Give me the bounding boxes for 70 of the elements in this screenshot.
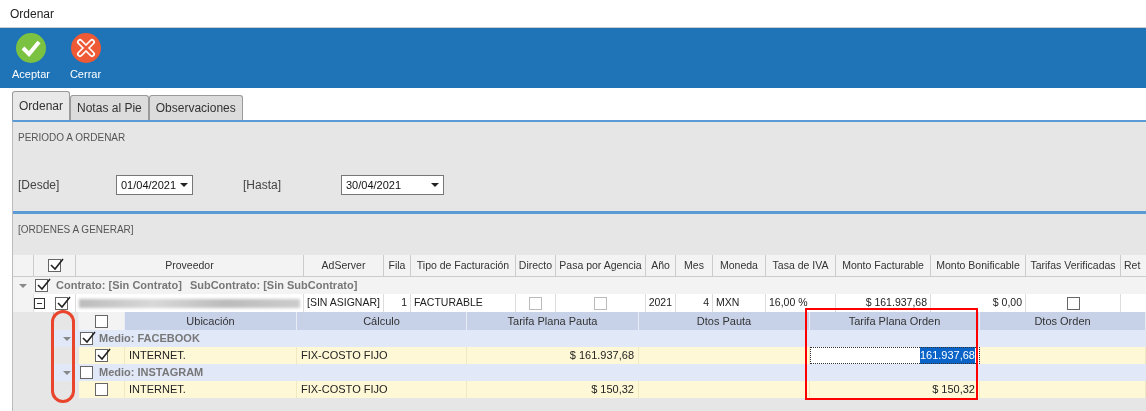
column-header[interactable]: Mes — [676, 255, 713, 277]
table-cell: $ 150,32 — [467, 381, 639, 398]
checkbox[interactable] — [80, 332, 93, 345]
column-header[interactable]: Tasa de IVA — [766, 255, 836, 277]
checkbox[interactable] — [594, 296, 607, 310]
table-cell: $ 0,00 — [931, 294, 1026, 312]
column-header[interactable]: Monto Facturable — [836, 255, 931, 277]
column-header[interactable]: Tarifa Plana Pauta — [467, 312, 639, 330]
table-cell: 2021 — [646, 294, 676, 312]
dropdown-icon — [431, 183, 439, 187]
tab[interactable]: Observaciones — [148, 95, 243, 120]
collapse-icon[interactable] — [34, 297, 45, 309]
expand-arrow-icon[interactable] — [63, 370, 71, 375]
column-header[interactable]: Tipo de Facturación — [411, 255, 516, 277]
column-header[interactable]: Ubicación — [125, 312, 297, 330]
close-icon — [70, 33, 101, 63]
checkbox[interactable] — [529, 296, 542, 310]
table-cell: $ 161.937,68 — [467, 347, 639, 364]
accept-button[interactable]: Aceptar — [12, 33, 50, 88]
close-button[interactable]: Cerrar — [69, 33, 102, 88]
column-header[interactable]: AdServer — [304, 255, 384, 277]
column-header[interactable]: Dtos Pauta — [639, 312, 810, 330]
field-label: [Hasta] — [243, 177, 282, 194]
column-header[interactable]: Pasa por Agencia — [556, 255, 646, 277]
tab[interactable]: Ordenar — [12, 91, 71, 120]
group-label: Medio: INSTAGRAM — [99, 365, 204, 381]
table-cell: FIX-COSTO FIJO — [297, 347, 467, 364]
dropdown-icon — [180, 183, 188, 187]
column-header[interactable]: Moneda — [713, 255, 766, 277]
table-cell: $ 150,32 — [810, 381, 980, 398]
section-title: [ORDENES A GENERAR] — [17, 223, 135, 237]
date-field[interactable]: 30/04/2021 — [341, 175, 444, 195]
tab[interactable]: Notas al Pie — [70, 95, 149, 120]
field-label: [Desde] — [18, 177, 61, 194]
table-cell: 16,00 % — [766, 294, 836, 312]
checkbox[interactable] — [80, 366, 93, 379]
checkbox[interactable] — [95, 383, 108, 396]
column-header[interactable]: Monto Bonificable — [931, 255, 1026, 277]
column-header[interactable]: Dtos Orden — [980, 312, 1146, 330]
check-icon — [15, 33, 46, 63]
checkbox[interactable] — [1066, 296, 1080, 310]
table-cell: 1 — [384, 294, 411, 312]
column-header[interactable]: Directo — [516, 255, 556, 277]
group-label: Medio: FACEBOOK — [99, 331, 200, 347]
expand-arrow-icon[interactable] — [63, 336, 71, 341]
checkbox[interactable] — [95, 314, 108, 328]
column-header[interactable]: Tarifa Plana Orden — [810, 312, 980, 330]
date-field[interactable]: 01/04/2021 — [116, 175, 193, 195]
checkbox[interactable] — [48, 259, 61, 272]
table-cell: FIX-COSTO FIJO — [297, 381, 467, 398]
checkbox[interactable] — [95, 349, 108, 362]
input-field[interactable]: 161.937,68 — [810, 347, 980, 364]
expand-arrow-icon[interactable] — [19, 283, 27, 288]
table-cell: INTERNET. — [125, 347, 297, 364]
table-cell: FACTURABLE — [411, 294, 516, 312]
table-cell: [SIN ASIGNAR] — [304, 294, 384, 312]
checkbox[interactable] — [35, 279, 48, 292]
column-header[interactable]: Proveedor — [76, 255, 304, 277]
table-cell: MXN — [713, 294, 766, 312]
group-label: Contrato: [Sin Contrato] — [56, 278, 182, 294]
column-header[interactable]: Año — [646, 255, 676, 277]
table-cell: INTERNET. — [125, 381, 297, 398]
section-title: PERIODO A ORDENAR — [17, 131, 127, 145]
column-header[interactable]: Cálculo — [297, 312, 467, 330]
column-header[interactable]: Tarifas Verificadas — [1026, 255, 1121, 277]
checkbox[interactable] — [55, 296, 68, 310]
column-header[interactable]: Ret — [1121, 255, 1146, 277]
group-label: SubContrato: [Sin SubContrato] — [189, 278, 358, 294]
table-cell: 4 — [676, 294, 713, 312]
column-header[interactable]: Fila — [384, 255, 411, 277]
